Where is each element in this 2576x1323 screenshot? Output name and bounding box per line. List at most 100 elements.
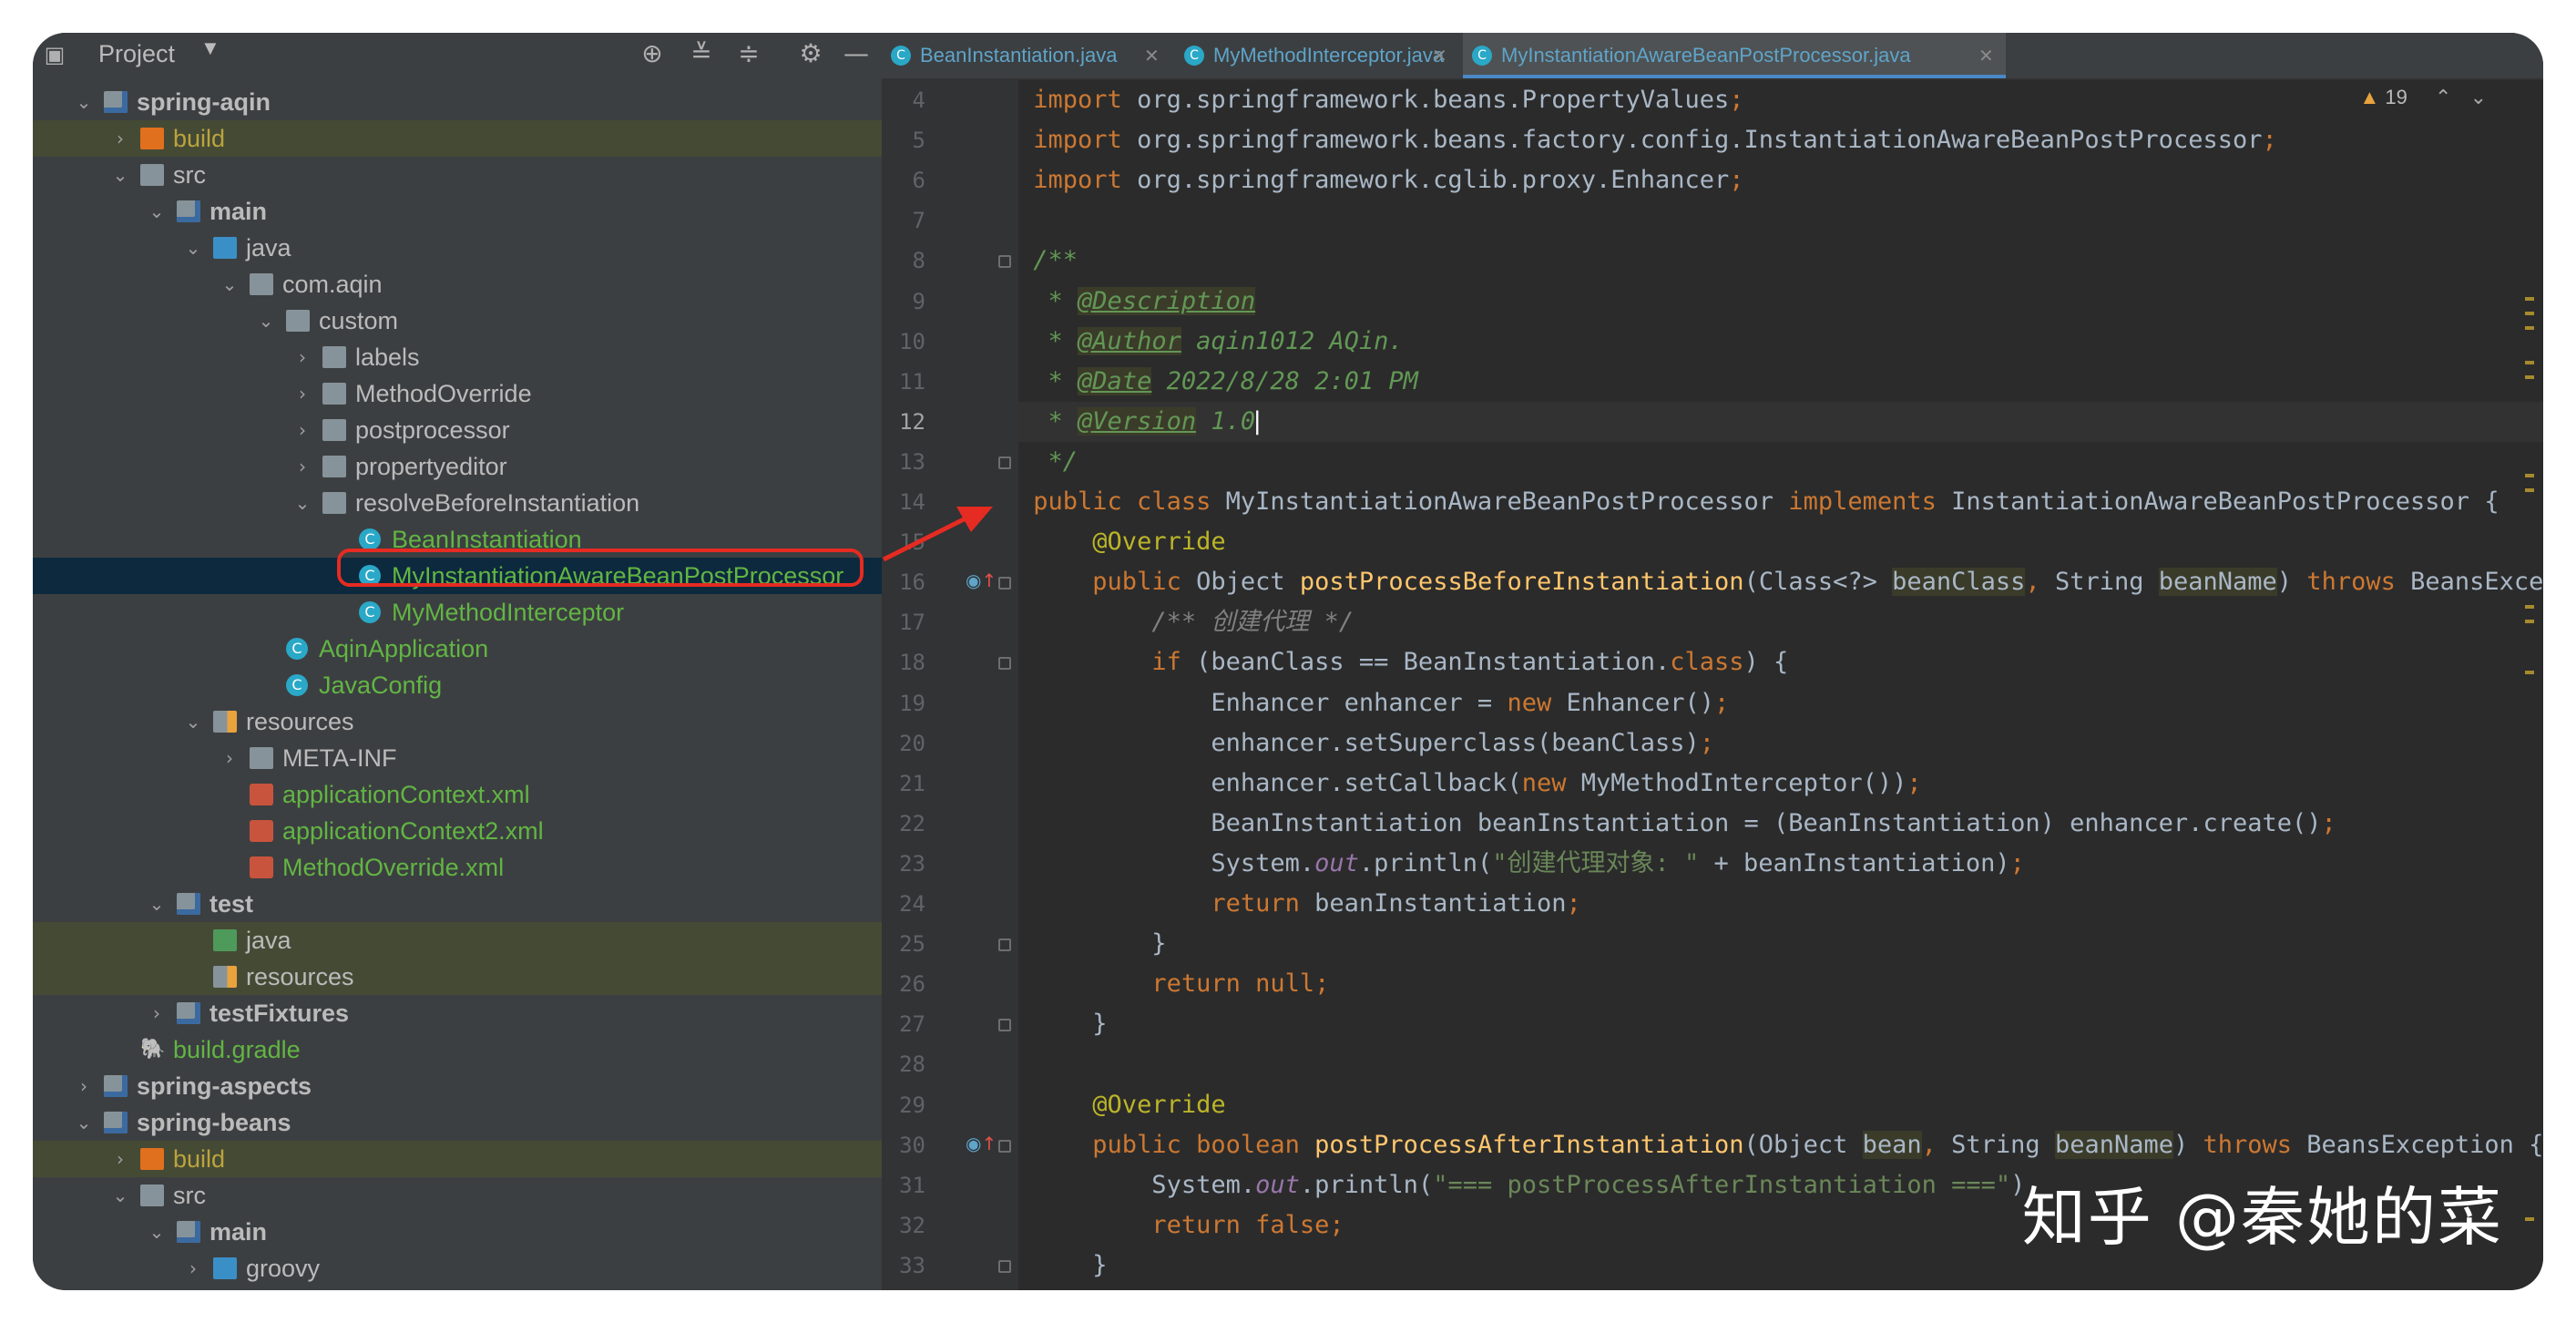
code-line[interactable]: import org.springframework.beans.Propert… xyxy=(1018,80,2543,120)
code-line[interactable]: Enhancer enhancer = new Enhancer(); xyxy=(1018,683,2543,723)
chevron-up-icon[interactable]: ⌃ xyxy=(2435,86,2451,108)
tree-row[interactable]: › labels xyxy=(33,339,882,375)
fold-marker-icon[interactable] xyxy=(998,938,1011,952)
code-area[interactable]: import org.springframework.beans.Propert… xyxy=(1018,78,2543,1290)
tree-row[interactable]: ⌄ main xyxy=(33,1214,882,1250)
code-line[interactable]: @Override xyxy=(1018,1085,2543,1125)
chevron-right-icon[interactable]: › xyxy=(109,1141,131,1177)
stripe-mark[interactable] xyxy=(2525,488,2534,492)
locate-icon[interactable]: ⊕ xyxy=(634,35,670,71)
chevron-right-icon[interactable]: › xyxy=(146,995,168,1031)
code-line[interactable]: } xyxy=(1018,924,2543,964)
code-line[interactable]: /** 创建代理 */ xyxy=(1018,602,2543,642)
tree-row[interactable]: MethodOverride.xml xyxy=(33,849,882,886)
code-line[interactable]: @Override xyxy=(1018,522,2543,562)
chevron-down-icon[interactable]: ⌄ xyxy=(73,84,95,120)
close-icon[interactable]: ✕ xyxy=(1978,33,1994,78)
chevron-right-icon[interactable]: › xyxy=(219,740,240,776)
project-panel-title[interactable]: Project xyxy=(98,40,175,68)
tree-row[interactable]: 🐘 build.gradle xyxy=(33,1031,882,1068)
stripe-mark[interactable] xyxy=(2525,312,2534,315)
editor-tab[interactable]: C BeanInstantiation.java ✕ xyxy=(882,33,1171,78)
chevron-down-icon[interactable]: ⌄ xyxy=(109,1177,131,1214)
code-line[interactable]: * @Description xyxy=(1018,282,2543,322)
stripe-mark[interactable] xyxy=(2525,361,2534,364)
code-line[interactable]: enhancer.setSuperclass(beanClass); xyxy=(1018,723,2543,764)
code-line[interactable] xyxy=(1018,200,2543,241)
code-line[interactable]: * @Date 2022/8/28 2:01 PM xyxy=(1018,362,2543,402)
close-icon[interactable]: ✕ xyxy=(1432,33,1447,78)
fold-marker-icon[interactable] xyxy=(998,255,1011,269)
tree-row[interactable]: › build xyxy=(33,1141,882,1177)
stripe-mark[interactable] xyxy=(2525,326,2534,330)
code-line[interactable]: import org.springframework.beans.factory… xyxy=(1018,120,2543,160)
tree-row[interactable]: ⌄ com.aqin xyxy=(33,266,882,303)
tree-row[interactable]: ⌄ src xyxy=(33,1177,882,1214)
tree-row[interactable]: ⌄ spring-beans xyxy=(33,1104,882,1141)
tree-row[interactable]: ⌄ resources xyxy=(33,703,882,740)
stripe-mark[interactable] xyxy=(2525,620,2534,623)
stripe-mark[interactable] xyxy=(2525,605,2534,609)
code-line[interactable]: return beanInstantiation; xyxy=(1018,884,2543,924)
tree-row[interactable]: C JavaConfig xyxy=(33,667,882,703)
chevron-down-icon[interactable]: ⌄ xyxy=(2470,86,2487,108)
code-line[interactable]: System.out.println("创建代理对象: " + beanInst… xyxy=(1018,844,2543,884)
tree-row[interactable]: › MethodOverride xyxy=(33,375,882,412)
fold-marker-icon[interactable] xyxy=(998,456,1011,469)
gear-icon[interactable]: ⚙ xyxy=(792,35,829,71)
stripe-mark[interactable] xyxy=(2525,474,2534,477)
tree-row[interactable]: C AqinApplication xyxy=(33,631,882,667)
tree-row[interactable]: ⌄ src xyxy=(33,157,882,193)
tree-row[interactable]: ⌄ main xyxy=(33,193,882,230)
override-marker-icon[interactable]: ◉↑ xyxy=(966,569,997,591)
code-line[interactable]: } xyxy=(1018,1004,2543,1044)
chevron-down-icon[interactable]: ⌄ xyxy=(146,193,168,230)
editor-tab[interactable]: C MyMethodInterceptor.java ✕ xyxy=(1175,33,1459,78)
tree-row[interactable]: java xyxy=(33,922,882,959)
stripe-mark[interactable] xyxy=(2525,671,2534,674)
code-line[interactable]: * @Author aqin1012 AQin. xyxy=(1018,322,2543,362)
stripe-mark[interactable] xyxy=(2525,297,2534,301)
code-line[interactable]: */ xyxy=(1018,442,2543,482)
tree-row[interactable]: resources xyxy=(33,959,882,995)
tree-row[interactable]: applicationContext2.xml xyxy=(33,813,882,849)
chevron-down-icon[interactable]: ⌄ xyxy=(146,1214,168,1250)
code-line[interactable]: enhancer.setCallback(new MyMethodInterce… xyxy=(1018,764,2543,804)
chevron-down-icon[interactable]: ⌄ xyxy=(219,266,240,303)
code-line[interactable]: import org.springframework.cglib.proxy.E… xyxy=(1018,160,2543,200)
chevron-down-icon[interactable]: ⌄ xyxy=(182,230,204,266)
chevron-right-icon[interactable]: › xyxy=(109,120,131,157)
tree-row[interactable]: ⌄ test xyxy=(33,886,882,922)
fold-marker-icon[interactable] xyxy=(998,1259,1011,1273)
code-line[interactable]: BeanInstantiation beanInstantiation = (B… xyxy=(1018,804,2543,844)
stripe-mark[interactable] xyxy=(2525,375,2534,379)
fold-marker-icon[interactable] xyxy=(998,657,1011,671)
minimize-icon[interactable]: — xyxy=(838,35,874,71)
tree-row[interactable]: applicationContext.xml xyxy=(33,776,882,813)
code-line[interactable]: * @Version 1.0| xyxy=(1018,401,2543,442)
tree-row[interactable]: ⌄ resolveBeforeInstantiation xyxy=(33,485,882,521)
tree-row[interactable]: › groovy xyxy=(33,1250,882,1287)
tree-row[interactable]: › propertyeditor xyxy=(33,448,882,485)
code-line[interactable]: public class MyInstantiationAwareBeanPos… xyxy=(1018,482,2543,522)
code-line[interactable]: return null; xyxy=(1018,964,2543,1004)
tree-row[interactable]: ⌄ java xyxy=(33,230,882,266)
code-line[interactable] xyxy=(1018,1044,2543,1084)
chevron-down-icon[interactable]: ⌄ xyxy=(291,485,313,521)
tree-row[interactable]: › testFixtures xyxy=(33,995,882,1031)
chevron-down-icon[interactable]: ⌄ xyxy=(109,157,131,193)
tree-row[interactable]: › postprocessor xyxy=(33,412,882,448)
tree-row[interactable]: C MyMethodInterceptor xyxy=(33,594,882,631)
inspection-widget[interactable]: ▲ 19 ⌃ ⌄ xyxy=(2359,86,2487,109)
tree-row[interactable]: › META-INF xyxy=(33,740,882,776)
tree-row[interactable]: › spring-aspects xyxy=(33,1068,882,1104)
tree-row[interactable]: ⌄ custom xyxy=(33,303,882,339)
chevron-right-icon[interactable]: › xyxy=(291,339,313,375)
expand-all-icon[interactable]: ≑ xyxy=(731,35,767,71)
code-line[interactable]: public Object postProcessBeforeInstantia… xyxy=(1018,562,2543,602)
collapse-all-icon[interactable]: ≚ xyxy=(683,35,720,71)
chevron-down-icon[interactable]: ⌄ xyxy=(146,886,168,922)
chevron-right-icon[interactable]: › xyxy=(73,1068,95,1104)
chevron-right-icon[interactable]: › xyxy=(182,1250,204,1287)
tree-row[interactable]: › build xyxy=(33,120,882,157)
